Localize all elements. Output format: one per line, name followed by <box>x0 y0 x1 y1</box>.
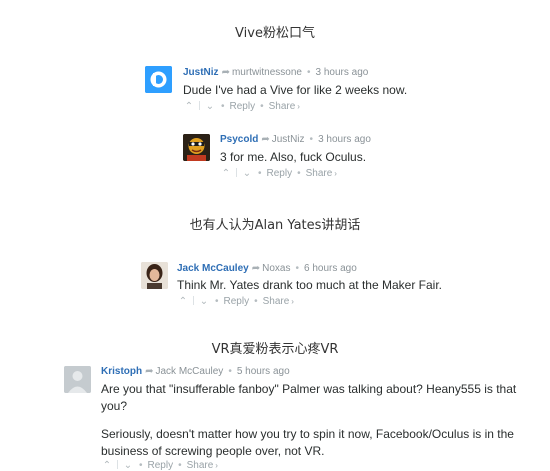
author-name[interactable]: Psycold <box>220 134 258 145</box>
comment-text: Think Mr. Yates drank too much at the Ma… <box>177 278 443 292</box>
timestamp[interactable]: 3 hours ago <box>316 67 369 78</box>
chevron-up-icon[interactable]: ⌃ <box>183 101 195 112</box>
reply-button[interactable]: Reply <box>267 168 293 179</box>
chevron-down-icon[interactable]: ⌄ <box>204 101 216 112</box>
reply-to-name[interactable]: Noxas <box>262 263 290 274</box>
comment-text: Dude I've had a Vive for like 2 weeks no… <box>183 83 408 97</box>
reply-arrow-icon: ➦ <box>145 366 154 377</box>
avatar[interactable] <box>183 134 210 161</box>
share-chevron-icon: › <box>291 297 294 306</box>
comment-text-line-4: business of screwing people over, not VR… <box>101 444 325 458</box>
chevron-up-icon[interactable]: ⌃ <box>177 296 189 307</box>
reply-button[interactable]: Reply <box>224 296 250 307</box>
avatar[interactable] <box>141 262 168 289</box>
comment-header: JustNiz ➦ murtwitnessone • 3 hours ago <box>183 67 369 78</box>
comment-text-line-2: you? <box>101 399 128 413</box>
comment-text-line-1: Are you that "insufferable fanboy" Palme… <box>101 382 517 396</box>
reply-to-name[interactable]: JustNiz <box>272 134 305 145</box>
share-button[interactable]: Share › <box>306 168 337 179</box>
chevron-down-icon[interactable]: ⌄ <box>241 168 253 179</box>
caption-3: VR真爱粉表示心疼VR <box>211 342 339 357</box>
share-chevron-icon: › <box>297 102 300 111</box>
avatar[interactable] <box>145 66 172 93</box>
comment-actions: ⌃ ⌄ • Reply • Share › <box>220 168 337 179</box>
reply-to-name[interactable]: murtwitnessone <box>232 67 302 78</box>
chevron-up-icon[interactable]: ⌃ <box>220 168 232 179</box>
chevron-down-icon[interactable]: ⌄ <box>198 296 210 307</box>
author-name[interactable]: Jack McCauley <box>177 263 249 274</box>
author-name[interactable]: Kristoph <box>101 366 142 377</box>
reply-to-name[interactable]: Jack McCauley <box>156 366 224 377</box>
portrait-photo-icon <box>141 262 168 289</box>
timestamp[interactable]: 3 hours ago <box>318 134 371 145</box>
timestamp[interactable]: 6 hours ago <box>304 263 357 274</box>
comment-actions: ⌃ ⌄ • Reply • Share › <box>183 101 300 112</box>
default-avatar-icon <box>64 366 91 393</box>
caption-1: Vive粉松口气 <box>235 26 315 41</box>
reply-button[interactable]: Reply <box>230 101 256 112</box>
share-chevron-icon: › <box>334 169 337 178</box>
disqus-d-icon <box>145 66 172 93</box>
reply-arrow-icon: ➦ <box>251 263 261 274</box>
author-name[interactable]: JustNiz <box>183 67 219 78</box>
caption-2: 也有人认为Alan Yates讲胡话 <box>189 218 361 233</box>
comment-header: Jack McCauley ➦ Noxas • 6 hours ago <box>177 263 357 274</box>
comment-actions: ⌃ ⌄ • Reply • Share › <box>177 296 294 307</box>
comment-header: Kristoph ➦ Jack McCauley • 5 hours ago <box>101 366 290 377</box>
cartoon-character-icon <box>183 134 210 161</box>
reply-arrow-icon: ➦ <box>221 67 230 78</box>
avatar[interactable] <box>64 366 91 393</box>
comment-header: Psycold ➦ JustNiz • 3 hours ago <box>220 134 371 145</box>
reply-arrow-icon: ➦ <box>261 134 270 145</box>
comment-text: 3 for me. Also, fuck Oculus. <box>220 150 367 164</box>
share-button[interactable]: Share › <box>263 296 294 307</box>
share-button[interactable]: Share › <box>269 101 300 112</box>
timestamp[interactable]: 5 hours ago <box>237 366 290 377</box>
comment-text-line-3: Seriously, doesn't matter how you try to… <box>101 427 514 441</box>
